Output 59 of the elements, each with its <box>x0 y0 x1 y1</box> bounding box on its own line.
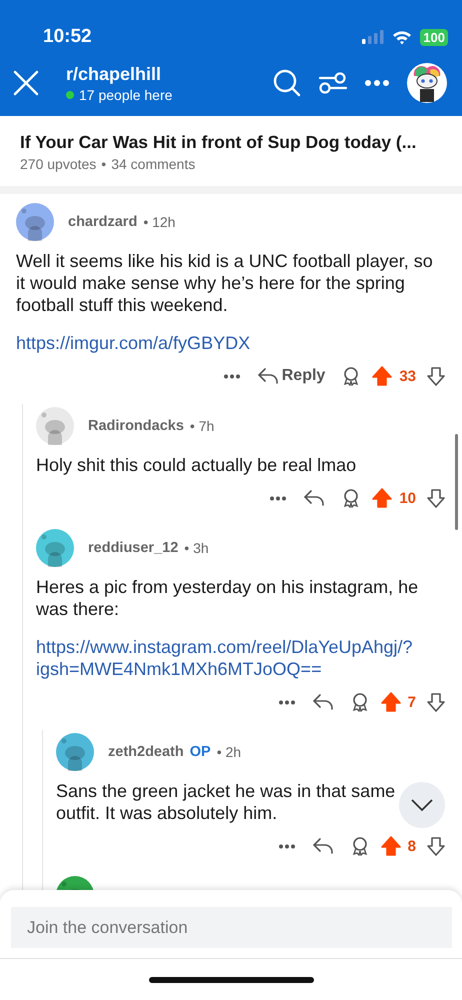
upvote-icon[interactable] <box>380 835 402 857</box>
comment-text: Heres a pic from yesterday on his instagram, he was there: <box>36 576 420 620</box>
upvote-icon[interactable] <box>371 365 394 387</box>
more-icon[interactable] <box>278 700 296 704</box>
downvote-icon[interactable] <box>426 691 446 713</box>
vote-score: 8 <box>408 838 416 854</box>
reply-icon <box>303 489 326 507</box>
upvote-icon[interactable] <box>380 691 402 713</box>
vote-score: 7 <box>408 694 416 710</box>
reply-button[interactable]: Reply <box>250 367 332 385</box>
close-icon[interactable] <box>12 69 40 97</box>
comment-field[interactable]: Join the conversation <box>11 907 452 948</box>
user-avatar-icon[interactable] <box>56 733 94 771</box>
vote-score: 33 <box>399 368 416 384</box>
reply-icon <box>312 837 334 855</box>
comment-time: • 3h <box>184 540 209 556</box>
search-icon[interactable] <box>272 68 302 98</box>
downvote-icon[interactable] <box>426 487 446 509</box>
comment-text: Well it seems like his kid is a UNC football player, so it would make sense why he’s here for the spring football stuff this weekend. <box>16 250 434 316</box>
upvote-count: 270 upvotes <box>20 156 96 172</box>
comment-time: • 7h <box>190 418 214 434</box>
more-icon[interactable] <box>222 374 241 378</box>
post-title[interactable]: If Your Car Was Hit in front of Sup Dog today (... <box>20 132 442 153</box>
chevron-down-icon <box>410 798 434 812</box>
reply-icon <box>312 693 334 711</box>
signal-icon <box>362 30 384 44</box>
user-avatar-icon[interactable] <box>36 407 74 445</box>
online-count: 17 people here <box>79 86 172 102</box>
comment-author[interactable]: reddiuser_12 <box>88 540 178 556</box>
reply-icon <box>256 367 279 385</box>
downvote-icon[interactable] <box>426 365 446 387</box>
downvote-icon[interactable] <box>426 835 446 857</box>
comment-author[interactable]: zeth2death <box>108 744 184 760</box>
comment-author[interactable]: Radirondacks <box>88 418 184 434</box>
comment-text: Holy shit this could actually be real lmao <box>36 454 358 476</box>
op-label: OP <box>190 744 211 760</box>
vote-score: 10 <box>399 490 416 506</box>
meta-separator: • <box>101 156 106 172</box>
scrollbar[interactable] <box>455 434 458 530</box>
comment-time: • 12h <box>143 214 176 230</box>
avatar-icon[interactable] <box>406 62 448 104</box>
user-avatar-icon[interactable] <box>36 529 74 567</box>
comment-author[interactable]: chardzard <box>68 214 138 230</box>
comment-text: Sans the green jacket he was in that same outfit. It was absolutely him. <box>56 780 396 824</box>
subreddit-name[interactable]: r/chapelhill <box>66 64 256 84</box>
comment-count: 34 comments <box>111 156 196 172</box>
upvote-icon[interactable] <box>371 487 394 509</box>
more-icon[interactable] <box>269 496 288 500</box>
battery-level: 100 <box>420 28 448 46</box>
wifi-icon <box>392 30 412 44</box>
comment-link[interactable]: https://www.instagram.com/reel/DlaYeUpAhgj/?igsh=MWE4Nmk1MXh6MTJoOQ== <box>36 636 446 680</box>
online-dot <box>66 90 74 98</box>
status-time: 10:52 <box>43 26 92 48</box>
comment-time: • 2h <box>216 744 242 760</box>
more-icon[interactable] <box>364 79 390 87</box>
user-avatar-icon[interactable] <box>16 203 54 241</box>
more-icon[interactable] <box>278 844 296 848</box>
scroll-down-button[interactable] <box>399 782 445 828</box>
comment-link[interactable]: https://imgur.com/a/fyGBYDX <box>16 332 446 354</box>
